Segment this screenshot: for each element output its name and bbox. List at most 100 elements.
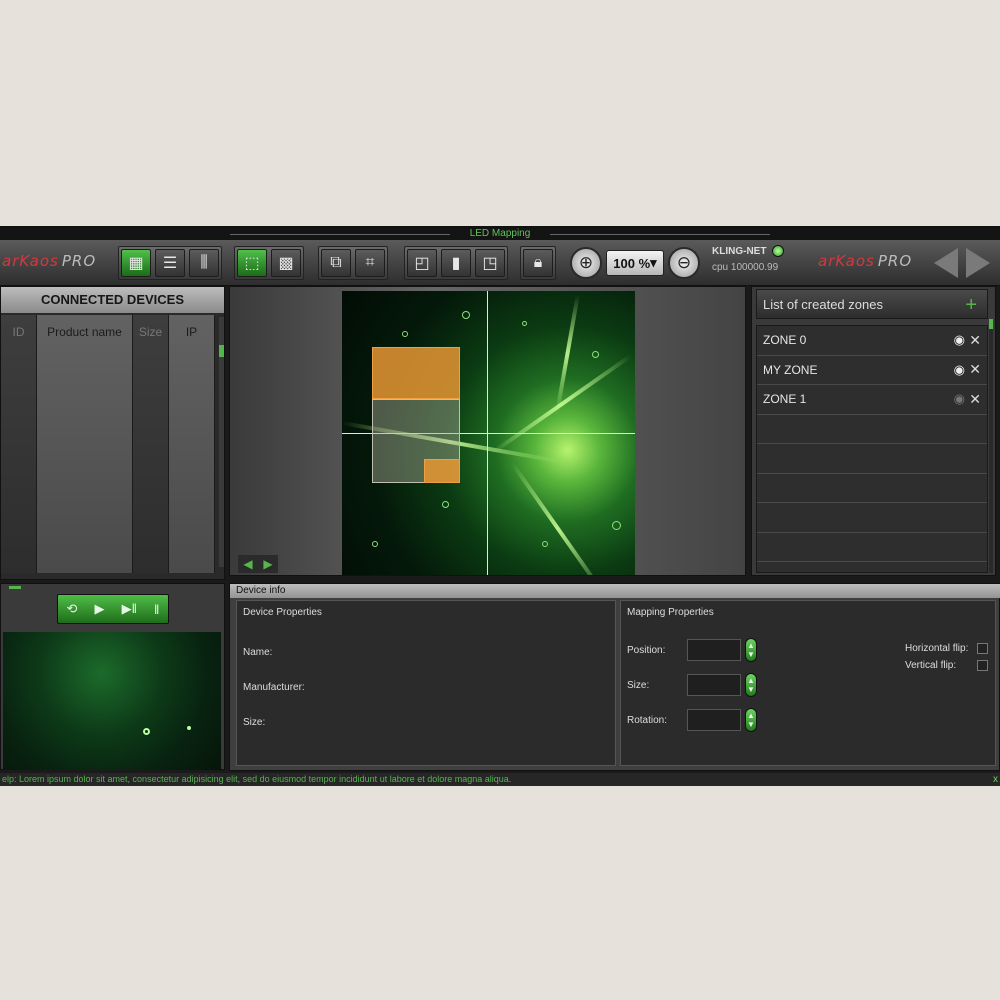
zone-item[interactable]: ZONE 0 ◉ ✕ (757, 326, 987, 356)
column-header: IP (185, 325, 198, 339)
preview-dot (143, 728, 150, 735)
eye-icon[interactable]: ◉ (954, 362, 965, 378)
devices-scrollbar[interactable] (219, 317, 224, 567)
close-help-icon[interactable]: x (993, 773, 998, 786)
image-particle (592, 351, 599, 358)
zone-empty-row (757, 533, 987, 562)
preview-panel: ⟲ ▶ ▶‖ ‖ (0, 583, 225, 770)
zone-select-button[interactable]: ⬚ (237, 249, 267, 277)
zoom-out-button[interactable]: ⊖ (668, 247, 700, 279)
logo-brand: arKaos (2, 252, 59, 270)
chevron-down-icon[interactable]: ▼ (747, 685, 755, 694)
column-ip[interactable]: IP (169, 315, 215, 573)
mapping-properties-box: Mapping Properties Position: ▲ ▼ Size: ▲ ▼… (620, 600, 996, 766)
crop-button[interactable]: ⌗ (355, 249, 385, 277)
rotation-field[interactable] (687, 709, 741, 731)
zone-empty-row (757, 444, 987, 474)
play-loop-icon[interactable]: ⟲ (67, 601, 78, 617)
page-button[interactable]: ▮ (441, 249, 471, 277)
sliders-button[interactable]: ⫼ (189, 249, 219, 277)
size-label: Size: (243, 717, 266, 728)
play-pause-icon[interactable]: ▶‖ (122, 601, 137, 617)
image-particle (402, 331, 408, 337)
close-icon[interactable]: ✕ (969, 361, 981, 378)
device-grid-button[interactable]: ▦ (121, 249, 151, 277)
logo: arKaos PRO (2, 252, 96, 270)
zones-header: List of created zones + (756, 289, 988, 319)
device-list-button[interactable]: ☰ (155, 249, 185, 277)
zones-scrollbar[interactable] (989, 319, 993, 573)
transport-controls: ⟲ ▶ ▶‖ ‖ (57, 594, 169, 624)
vertical-flip-checkbox[interactable] (977, 660, 988, 671)
close-icon[interactable]: ✕ (969, 332, 981, 349)
close-icon[interactable]: ✕ (969, 391, 981, 408)
lock-button[interactable]: 🔒︎ (523, 249, 553, 277)
transform-icon: ⧉ (330, 254, 342, 271)
scroll-thumb[interactable] (219, 345, 224, 357)
zones-list: ZONE 0 ◉ ✕ MY ZONE ◉ ✕ ZONE 1 ◉ ✕ (756, 325, 988, 573)
column-product-name[interactable]: Product name (37, 315, 133, 573)
next-arrow-icon[interactable] (966, 248, 990, 278)
lock-icon: 🔒︎ (533, 254, 543, 271)
horizontal-flip-label: Horizontal flip: (905, 643, 969, 654)
image-particle (462, 311, 470, 319)
page-icon: ▮ (451, 255, 461, 272)
zone-empty-row (757, 503, 987, 533)
zone-empty-row (757, 415, 987, 444)
zoom-out-icon: ⊖ (676, 253, 692, 272)
chevron-down-icon: ▾ (650, 255, 657, 270)
chevron-down-icon[interactable]: ▼ (747, 720, 755, 729)
chevron-up-icon[interactable]: ▲ (747, 676, 755, 685)
play-icon[interactable]: ▶ (95, 601, 105, 617)
zoom-in-button[interactable]: ⊕ (570, 247, 602, 279)
page-back-button[interactable]: ◰ (407, 249, 437, 277)
page-group: ◰ ▮ ◳ (404, 246, 508, 280)
zone-item[interactable]: MY ZONE ◉ ✕ (757, 356, 987, 385)
cpu-readout: cpu 100000.99 (712, 262, 779, 273)
scroll-thumb[interactable] (989, 319, 993, 329)
toolbar: arKaos PRO ▦ ☰ ⫼ ⬚ ▩ ⧉ ⌗ ◰ ▮ ◳ 🔒︎ ⊕ 100 %… (0, 240, 1000, 286)
sliders-icon: ⫼ (200, 254, 208, 271)
position-stepper[interactable]: ▲ ▼ (745, 638, 757, 662)
logo-pro: PRO (61, 252, 97, 270)
zone-overlay[interactable] (424, 459, 460, 483)
page-back-icon: ◰ (414, 255, 430, 272)
app-window: LED Mapping arKaos PRO ▦ ☰ ⫼ ⬚ ▩ ⧉ ⌗ ◰ ▮ … (0, 226, 1000, 786)
zone-item[interactable]: ZONE 1 ◉ ✕ (757, 385, 987, 415)
chevron-down-icon[interactable]: ▼ (747, 650, 755, 659)
image-particle (372, 541, 378, 547)
zoom-value: 100 % (613, 255, 651, 271)
chevron-up-icon[interactable]: ▲ (747, 641, 755, 650)
column-id[interactable]: ID (1, 315, 37, 573)
eye-hidden-icon[interactable]: ◉ (954, 391, 965, 407)
zone-label: ZONE 1 (763, 392, 807, 407)
led-grid-button[interactable]: ▩ (271, 249, 301, 277)
mapping-canvas-panel: ◀ ▶ (229, 286, 746, 576)
size-stepper[interactable]: ▲ ▼ (745, 673, 757, 697)
led-mapping-canvas[interactable] (342, 291, 635, 575)
position-field[interactable] (687, 639, 741, 661)
size-field[interactable] (687, 674, 741, 696)
zoom-select[interactable]: 100 % ▾ (606, 250, 664, 276)
zone-empty-row (757, 474, 987, 503)
next-icon[interactable]: ▶ (263, 557, 272, 571)
network-label: KLING-NET (712, 246, 767, 257)
page-add-button[interactable]: ◳ (475, 249, 505, 277)
eye-icon[interactable]: ◉ (954, 332, 965, 348)
help-text: elp: Lorem ipsum dolor sit amet, consect… (2, 774, 512, 784)
column-size[interactable]: Size (133, 315, 169, 573)
rotation-label: Rotation: (627, 715, 668, 726)
add-zone-icon[interactable]: + (965, 290, 977, 320)
image-beam (510, 461, 606, 575)
zone-overlay[interactable] (372, 347, 460, 399)
horizontal-flip-checkbox[interactable] (977, 643, 988, 654)
prev-arrow-icon[interactable] (934, 248, 958, 278)
zones-panel: List of created zones + ZONE 0 ◉ ✕ MY ZO… (751, 286, 996, 576)
transform-button[interactable]: ⧉ (321, 249, 351, 277)
pause-icon[interactable]: ‖ (154, 602, 159, 617)
logo-pro-right: PRO (877, 252, 913, 270)
rotation-stepper[interactable]: ▲ ▼ (745, 708, 757, 732)
network-status-icon (772, 245, 784, 257)
prev-icon[interactable]: ◀ (243, 557, 252, 571)
chevron-up-icon[interactable]: ▲ (747, 711, 755, 720)
